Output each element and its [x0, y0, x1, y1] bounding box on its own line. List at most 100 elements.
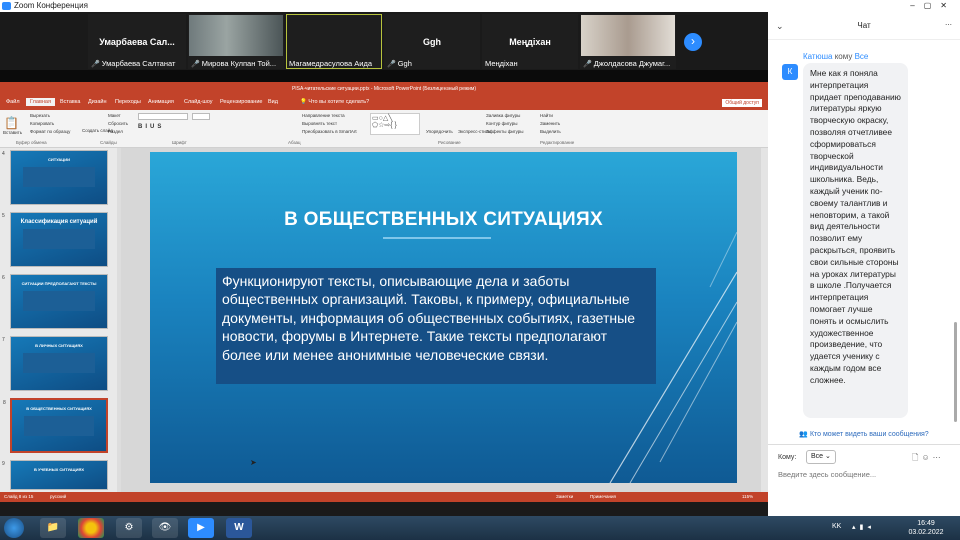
format-painter-button[interactable]: Формат по образцу [30, 129, 70, 134]
group-slides: Слайды [100, 140, 117, 145]
people-icon: 👥 [799, 431, 810, 438]
slide-thumbnail[interactable]: 7 В ЛИЧНЫХ СИТУАЦИЯХ [2, 336, 108, 391]
chat-header: Чат [768, 12, 960, 40]
font-size-box[interactable] [192, 113, 210, 120]
replace-button[interactable]: Заменить [540, 121, 560, 126]
slide-title: В ОБЩЕСТВЕННЫХ СИТУАЦИЯХ [284, 209, 603, 230]
tab-slideshow[interactable]: Слайд-шоу [184, 99, 213, 105]
slide-thumbnail[interactable]: 6 СИТУАЦИИ ПРЕДПОЛАГАЮТ ТЕКСТЫ [2, 274, 108, 329]
participant-tile[interactable]: 🎤 Джолдасова Джумаг... [580, 14, 676, 69]
eye-icon[interactable]: 👁 [152, 518, 178, 538]
align-text-button[interactable]: Выровнять текст [302, 121, 337, 126]
tab-review[interactable]: Рецензирование [220, 99, 262, 105]
chevron-down-icon[interactable]: ⌄ [776, 12, 784, 40]
who-can-see-link[interactable]: 👥 Кто может видеть ваши сообщения? [768, 430, 960, 438]
participant-tile-active[interactable]: Магамедрасулова Аида [286, 14, 382, 69]
participant-name-label: 🎤 Джолдасова Джумаг... [583, 59, 673, 68]
participant-big-name: Ggh [423, 37, 441, 47]
slide-thumbnail-selected[interactable]: 8 В ОБЩЕСТВЕННЫХ СИТУАЦИЯХ [3, 398, 108, 453]
tab-insert[interactable]: Вставка [60, 99, 80, 105]
chat-scrollbar[interactable] [954, 322, 957, 422]
thumb-number: 6 [2, 275, 5, 281]
slide-scrollbar[interactable] [761, 148, 768, 492]
group-editing: Редактирование [540, 140, 575, 145]
reset-button[interactable]: Сбросить [108, 121, 128, 126]
smartart-button[interactable]: Преобразовать в SmartArt [302, 129, 357, 134]
language-indicator[interactable]: русский [50, 492, 66, 502]
window-title: Zoom Конференция [14, 1, 88, 10]
participant-name: Меңдіхан [485, 59, 518, 68]
emoji-icon[interactable]: ☺ [921, 453, 932, 462]
arrange-button[interactable]: Упорядочить [426, 129, 453, 134]
tell-me-search[interactable]: 💡 Что вы хотите сделать? [300, 99, 369, 105]
tell-me-text: Что вы хотите сделать? [308, 99, 370, 105]
thumb-number: 7 [2, 337, 5, 343]
zoom-app-icon[interactable]: ▶ [188, 518, 214, 538]
tab-file[interactable]: Файл [6, 99, 20, 105]
thumb-number: 4 [2, 151, 5, 157]
text-direction-button[interactable]: Направление текста [302, 113, 345, 118]
participant-name: Мирова Кулпан Той... [201, 59, 277, 68]
notes-button[interactable]: Заметки [556, 492, 573, 502]
slide-thumbnail[interactable]: 5 Классификация ситуаций [2, 212, 108, 267]
comments-button[interactable]: Примечания [590, 492, 616, 502]
participant-tile[interactable]: Умарбаева Сал... 🎤 Умарбаева Салтанат [88, 14, 186, 69]
shape-fill-button[interactable]: Заливка фигуры [486, 113, 520, 118]
shapes-gallery[interactable]: ▭○△╲ ⬠☆⇨{ } [370, 113, 420, 135]
tab-home[interactable]: Главная [26, 98, 55, 106]
copy-button[interactable]: Копировать [30, 121, 54, 126]
participant-big-name: Умарбаева Сал... [99, 37, 175, 47]
current-slide[interactable]: В ОБЩЕСТВЕННЫХ СИТУАЦИЯХ Функционируют т… [150, 152, 737, 483]
decorative-lines [609, 232, 737, 483]
clock[interactable]: 16:49 03.02.2022 [900, 519, 952, 537]
zoom-logo-icon [2, 2, 11, 10]
participant-tile[interactable]: Ggh 🎤 Ggh [384, 14, 480, 69]
explorer-icon[interactable]: 📁 [40, 518, 66, 538]
language-indicator[interactable]: KK [832, 523, 841, 530]
sender-name[interactable]: Катюша [803, 52, 832, 61]
recipient-select[interactable]: Все ⌄ [806, 450, 836, 464]
start-button[interactable] [4, 518, 24, 538]
zoom-level[interactable]: 115% [742, 492, 753, 502]
chat-message: Мне как я поняла интерпретация придает п… [803, 63, 908, 418]
next-page-button[interactable]: › [684, 33, 702, 51]
tab-design[interactable]: Дизайн [88, 99, 107, 105]
font-format-buttons[interactable]: BIUS [138, 124, 164, 130]
paste-button[interactable]: Вставить [3, 130, 22, 135]
sender-to: кому [834, 52, 853, 61]
to-label: Кому: [778, 454, 797, 461]
section-button[interactable]: Раздел [108, 129, 123, 134]
popout-icon[interactable]: ⋯ [945, 12, 952, 40]
tab-transitions[interactable]: Переходы [115, 99, 141, 105]
participant-name-label: 🎤 Ggh [387, 59, 477, 68]
muted-mic-icon: 🎤 [191, 61, 200, 68]
slide-thumbnail[interactable]: 4 СИТУАЦИИ [2, 150, 108, 205]
word-icon[interactable]: W [226, 518, 252, 538]
chat-panel: Чат ⌄ ⋯ Катюша кому Все К Мне как я поня… [768, 12, 960, 516]
shape-effects-button[interactable]: Эффекты фигуры [486, 129, 524, 134]
tab-view[interactable]: Вид [268, 99, 278, 105]
tools-icon[interactable]: ⚙ [116, 518, 142, 538]
thumb-body [23, 167, 95, 187]
participant-tile[interactable]: 🎤 Мирова Кулпан Той... [188, 14, 284, 69]
participant-name: Джолдасова Джумаг... [593, 59, 671, 68]
thumb-number: 8 [3, 400, 6, 406]
tab-animation[interactable]: Анимация [148, 99, 174, 105]
shape-outline-button[interactable]: Контур фигуры [486, 121, 517, 126]
font-name-box[interactable] [138, 113, 188, 120]
share-button[interactable]: Общий доступ [722, 99, 762, 107]
slide-thumbnail[interactable]: 9 В УЧЕБНЫХ СИТУАЦИЯХ [2, 460, 108, 490]
participant-name-label: Магамедрасулова Аида [289, 59, 379, 68]
chrome-icon[interactable] [78, 518, 104, 538]
muted-mic-icon: 🎤 [387, 61, 396, 68]
find-button[interactable]: Найти [540, 113, 553, 118]
layout-button[interactable]: Макет [108, 113, 121, 118]
participant-tile[interactable]: Меңдіхан Меңдіхан [482, 14, 578, 69]
select-button[interactable]: Выделить [540, 129, 561, 134]
window-controls[interactable]: –▢✕ [910, 0, 956, 12]
more-icon[interactable]: ⋯ [933, 453, 944, 462]
paste-icon: 📋 [4, 116, 19, 130]
chat-input[interactable] [778, 468, 948, 480]
cut-button[interactable]: Вырезать [30, 113, 50, 118]
tray-icons[interactable]: ▴▮◂ [852, 523, 875, 531]
